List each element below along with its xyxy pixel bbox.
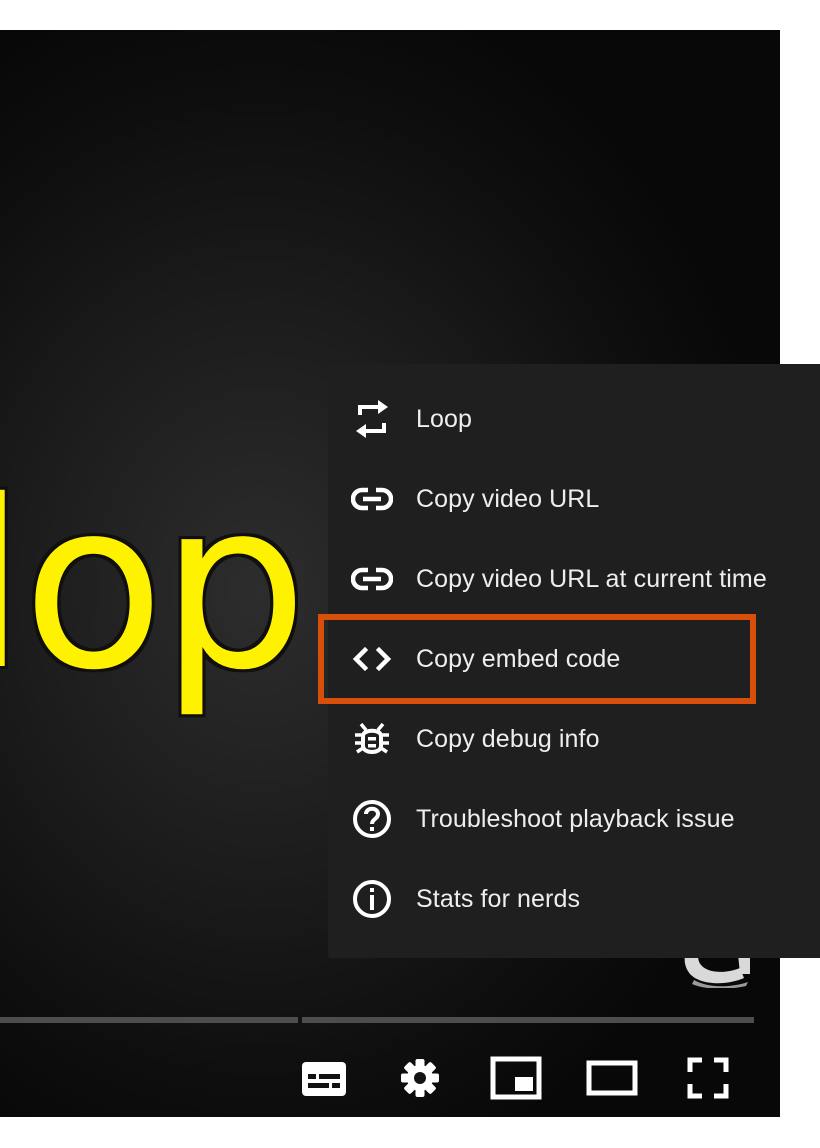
settings-gear-icon: [401, 1059, 439, 1097]
info-circle-icon: [350, 879, 394, 919]
menu-item-copy-video-url[interactable]: Copy video URL: [328, 459, 820, 539]
subtitles-button[interactable]: [294, 1046, 354, 1110]
menu-item-label: Loop: [416, 405, 473, 433]
menu-item-label: Copy video URL: [416, 485, 600, 513]
theater-mode-button[interactable]: [582, 1046, 642, 1110]
player-controls: [0, 1038, 780, 1117]
menu-item-label: Copy video URL at current time: [416, 565, 767, 593]
settings-button[interactable]: [390, 1046, 450, 1110]
miniplayer-icon: [490, 1056, 542, 1100]
menu-item-label: Troubleshoot playback issue: [416, 805, 735, 833]
menu-item-stats-for-nerds[interactable]: Stats for nerds: [328, 859, 820, 939]
link-icon: [350, 479, 394, 519]
loop-icon: [350, 399, 394, 439]
menu-item-loop[interactable]: Loop: [328, 379, 820, 459]
fullscreen-button[interactable]: [678, 1046, 738, 1110]
bug-icon: [350, 719, 394, 759]
menu-item-label: Stats for nerds: [416, 885, 581, 913]
link-icon: [350, 559, 394, 599]
question-circle-icon: [350, 799, 394, 839]
progress-bar-chapter[interactable]: [302, 1017, 754, 1023]
menu-item-copy-debug-info[interactable]: Copy debug info: [328, 699, 820, 779]
subtitles-icon: [302, 1062, 346, 1096]
theater-mode-icon: [586, 1060, 638, 1096]
miniplayer-button[interactable]: [486, 1046, 546, 1110]
video-frame-text: lop: [0, 451, 308, 721]
fullscreen-icon: [687, 1057, 729, 1099]
progress-bar-played-chapter[interactable]: [0, 1017, 298, 1023]
menu-item-label: Copy debug info: [416, 725, 600, 753]
menu-item-troubleshoot-playback[interactable]: Troubleshoot playback issue: [328, 779, 820, 859]
highlight-box-embed-code: [318, 614, 756, 704]
menu-item-copy-video-url-at-time[interactable]: Copy video URL at current time: [328, 539, 820, 619]
